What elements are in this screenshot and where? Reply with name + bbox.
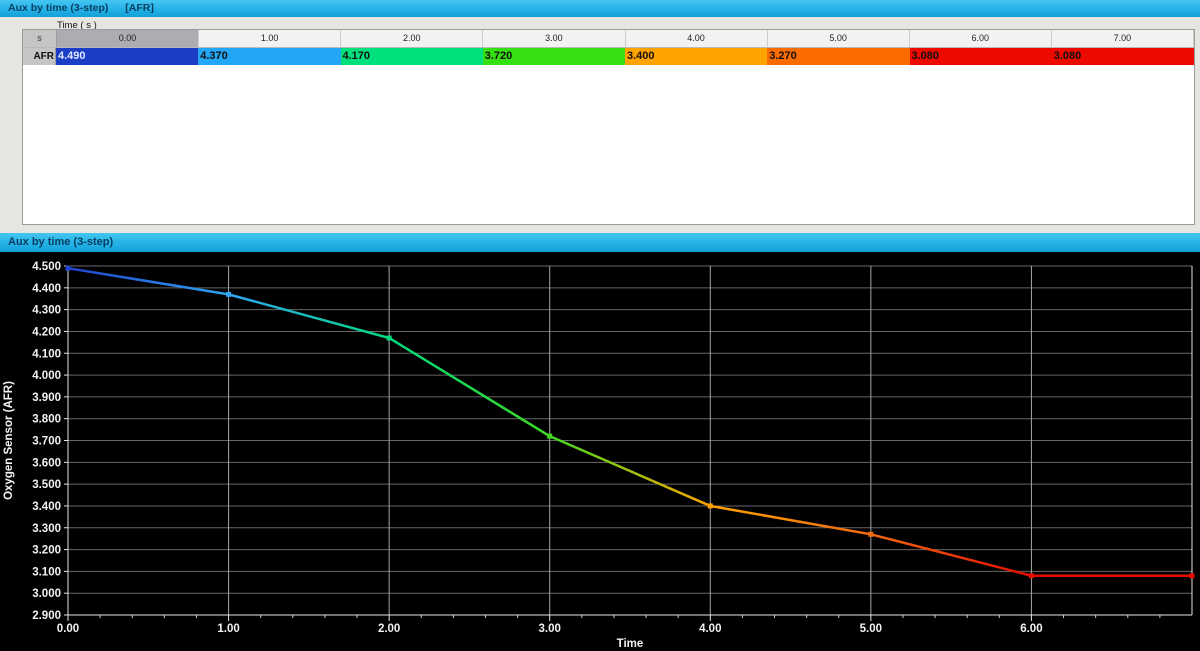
time-column-header[interactable]: 5.00 — [768, 30, 910, 47]
y-tick-label: 3.500 — [32, 479, 61, 491]
y-tick-label: 3.400 — [32, 501, 61, 513]
afr-cell[interactable]: 3.080 — [910, 48, 1052, 65]
y-tick-label: 4.200 — [32, 326, 61, 338]
y-tick-label: 3.000 — [32, 588, 61, 600]
data-point-marker — [708, 503, 713, 508]
data-point-marker — [226, 292, 231, 297]
time-column-header[interactable]: 1.00 — [199, 30, 341, 47]
chart-panel-title: Aux by time (3-step) — [8, 236, 113, 248]
y-tick-label: 3.300 — [32, 523, 61, 535]
afr-time-chart: 2.900 3.000 3.100 3.200 3.300 3.400 3.500 3.600… — [0, 252, 1200, 651]
chart-panel-titlebar: Aux by time (3-step) — [0, 233, 1200, 252]
aux-by-time-window: Aux by time (3-step) [AFR] Time ( s ) s0… — [0, 0, 1200, 651]
time-column-header[interactable]: 4.00 — [626, 30, 768, 47]
x-tick-label: 0.00 — [57, 623, 79, 635]
x-tick-label: 5.00 — [860, 623, 882, 635]
afr-cell[interactable]: 3.400 — [625, 48, 767, 65]
table-panel-title: Aux by time (3-step) — [8, 2, 108, 14]
table-value-row: AFR4.4904.3704.1703.7203.4003.2703.0803.… — [23, 48, 1194, 65]
table-panel-titlebar: Aux by time (3-step) [AFR] — [0, 0, 1200, 17]
y-tick-label: 3.800 — [32, 414, 61, 426]
data-point-marker — [387, 335, 392, 340]
afr-cell[interactable]: 4.370 — [198, 48, 340, 65]
y-tick-label: 4.100 — [32, 348, 61, 360]
data-point-marker — [1190, 573, 1195, 578]
x-tick-label: 3.00 — [539, 623, 561, 635]
y-tick-label: 2.900 — [32, 610, 61, 622]
afr-cell[interactable]: 4.490 — [56, 48, 198, 65]
afr-time-table: s0.001.002.003.004.005.006.007.00 AFR4.4… — [22, 29, 1195, 225]
x-tick-label: 6.00 — [1020, 623, 1042, 635]
table-panel-title-suffix: [AFR] — [125, 2, 154, 14]
data-point-marker — [1029, 573, 1034, 578]
y-axis-title: Oxygen Sensor (AFR) — [3, 381, 15, 500]
table-header-row: s0.001.002.003.004.005.006.007.00 — [23, 30, 1194, 48]
afr-cell[interactable]: 4.170 — [341, 48, 483, 65]
chart-panel: 2.900 3.000 3.100 3.200 3.300 3.400 3.500 3.600… — [0, 252, 1200, 651]
data-point-marker — [868, 532, 873, 537]
time-column-header[interactable]: 2.00 — [341, 30, 483, 47]
afr-cell[interactable]: 3.720 — [483, 48, 625, 65]
table-panel: Time ( s ) s0.001.002.003.004.005.006.00… — [0, 17, 1200, 233]
y-tick-label: 3.100 — [32, 566, 61, 578]
y-tick-label: 4.000 — [32, 370, 61, 382]
y-tick-label: 3.900 — [32, 392, 61, 404]
chart-background — [0, 252, 1200, 651]
x-tick-label: 1.00 — [217, 623, 239, 635]
afr-cell[interactable]: 3.080 — [1052, 48, 1194, 65]
time-column-header[interactable]: 6.00 — [910, 30, 1052, 47]
time-column-header[interactable]: 0.00 — [57, 30, 199, 47]
data-point-marker — [66, 266, 71, 271]
y-tick-label: 3.600 — [32, 457, 61, 469]
y-tick-label: 4.500 — [32, 261, 61, 273]
table-corner-header: s — [23, 30, 57, 47]
afr-row-label[interactable]: AFR — [23, 48, 56, 65]
y-tick-label: 3.700 — [32, 436, 61, 448]
y-tick-label: 4.300 — [32, 305, 61, 317]
y-tick-label: 3.200 — [32, 545, 61, 557]
data-point-marker — [547, 434, 552, 439]
afr-cell[interactable]: 3.270 — [767, 48, 909, 65]
y-tick-label: 4.400 — [32, 283, 61, 295]
x-tick-label: 2.00 — [378, 623, 400, 635]
x-axis-title: Time — [617, 638, 644, 650]
time-column-header[interactable]: 7.00 — [1052, 30, 1194, 47]
x-tick-label: 4.00 — [699, 623, 721, 635]
time-column-header[interactable]: 3.00 — [483, 30, 625, 47]
